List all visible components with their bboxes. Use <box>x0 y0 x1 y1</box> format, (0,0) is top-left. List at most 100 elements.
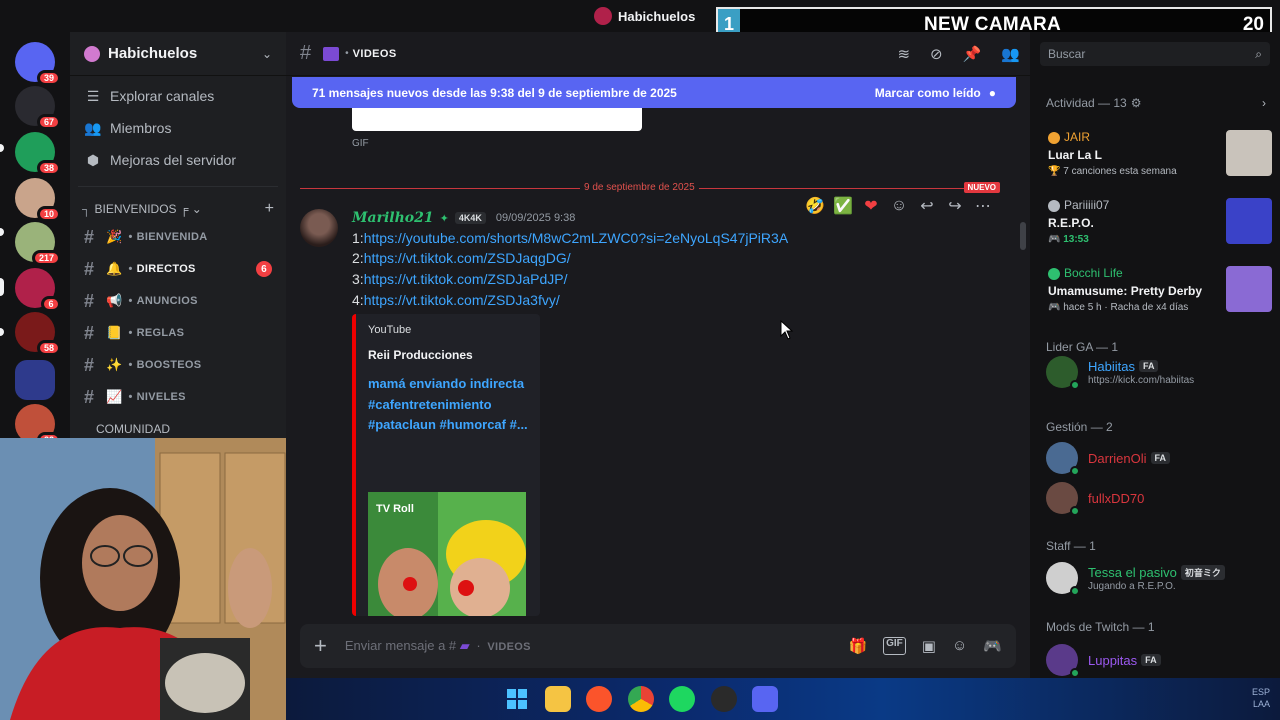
member-item[interactable]: DarrienOli FA <box>1046 440 1272 476</box>
member-info: Luppitas FA <box>1088 653 1161 668</box>
avatar[interactable] <box>300 209 338 247</box>
add-reaction-icon[interactable]: ☺ <box>890 197 908 215</box>
message-author[interactable]: Marilho21 <box>352 210 434 226</box>
mention-badge: 6 <box>256 261 272 277</box>
forward-icon[interactable]: ↪ <box>946 196 964 216</box>
activity-header[interactable]: Actividad — 13 ⚙ › <box>1046 96 1266 110</box>
discord-taskbar-icon[interactable] <box>752 686 778 712</box>
message-link[interactable]: https://vt.tiktok.com/ZSDJaPdJP/ <box>364 271 568 287</box>
server-icon-1[interactable]: 39 <box>15 42 61 86</box>
activity-user: Bocchi Life <box>1064 266 1123 280</box>
member-group-header: Lider GA — 1 <box>1046 340 1119 354</box>
message-input[interactable]: Enviar mensaje a # ▰ · VIDEOS <box>345 638 849 654</box>
message-link[interactable]: https://vt.tiktok.com/ZSDJaqgDG/ <box>364 250 571 266</box>
activity-card[interactable]: Bocchi Life Umamusume: Pretty Derby 🎮 hace… <box>1040 260 1272 320</box>
file-explorer-icon[interactable] <box>545 686 571 712</box>
embed-thumbnail[interactable]: TV Roll <box>368 492 526 616</box>
channel-reglas[interactable]: # 📒 • REGLAS <box>70 317 286 349</box>
nav-item-1[interactable]: ☰ Explorar canales <box>70 80 286 112</box>
nav-label: Explorar canales <box>110 88 215 104</box>
more-icon[interactable]: ⋯ <box>974 196 992 216</box>
channel-name: ANUNCIOS <box>136 295 198 307</box>
member-item[interactable]: fullxDD70 <box>1046 480 1272 516</box>
server-icon-3[interactable]: 38 <box>15 132 61 176</box>
activity-game: Umamusume: Pretty Derby <box>1048 284 1203 298</box>
hash-icon: # <box>84 258 95 279</box>
embed-title[interactable]: mamá enviando indirecta #cafentretenimie… <box>368 374 528 436</box>
server-icon-4[interactable]: 10 <box>15 178 61 222</box>
activity-thumbnail <box>1226 198 1272 244</box>
embed-author[interactable]: Reii Producciones <box>368 348 528 362</box>
server-indicator <box>0 328 4 336</box>
line-prefix: 3: <box>352 271 364 287</box>
channel-emoji-icon: 🎉 <box>106 229 123 244</box>
server-icon-5[interactable]: 217 <box>15 222 61 266</box>
server-icon-8[interactable] <box>15 360 55 400</box>
channel-anuncios[interactable]: # 📢 • ANUNCIOS <box>70 285 286 317</box>
gif-icon[interactable]: GIF <box>883 637 906 655</box>
obs-icon[interactable] <box>711 686 737 712</box>
server-tag[interactable]: 4K4K <box>454 212 486 224</box>
emoji-icon[interactable]: ☺ <box>952 637 967 655</box>
mute-icon[interactable]: ⊘ <box>930 45 943 63</box>
heart-reaction-icon[interactable]: ❤ <box>862 196 880 216</box>
message-link[interactable]: https://vt.tiktok.com/ZSDJa3fvy/ <box>364 292 560 308</box>
guild-header[interactable]: Habichuelos ⌄ <box>70 32 286 76</box>
window-title-text: Habichuelos <box>618 8 696 24</box>
message-composer[interactable]: + Enviar mensaje a # ▰ · VIDEOS 🎁 GIF ▣ … <box>300 624 1016 668</box>
gift-icon[interactable]: 🎁 <box>848 637 867 655</box>
channel-bienvenida[interactable]: # 🎉 • BIENVENIDA <box>70 221 286 253</box>
gear-icon[interactable]: ⚙ <box>1131 96 1142 110</box>
add-attachment-icon[interactable]: + <box>314 633 327 659</box>
avatar <box>1046 482 1080 516</box>
guild-icon <box>84 45 100 62</box>
channel-directos[interactable]: # 🔔 • DIRECTOS 6 <box>70 253 286 285</box>
activity-card[interactable]: Pariiiii07 R.E.P.O. 🎮 13:53 <box>1040 192 1272 252</box>
chat-scrollbar[interactable] <box>1020 222 1026 250</box>
tray-language[interactable]: ESP <box>1252 686 1270 698</box>
server-icon-6[interactable]: 6 <box>15 268 61 312</box>
message-actions: 🤣 ✅ ❤ ☺ ↩ ↪ ⋯ <box>805 192 992 220</box>
nav-item-2[interactable]: 👥 Miembros <box>70 112 286 144</box>
member-tag: FA <box>1150 452 1171 464</box>
member-list: Buscar ⌕ Actividad — 13 ⚙ › JAIR Luar La … <box>1030 32 1280 720</box>
tray-layout[interactable]: LAA <box>1252 698 1270 710</box>
add-channel-icon[interactable]: + <box>265 200 274 218</box>
channel-boosteos[interactable]: # ✨ • BOOSTEOS <box>70 349 286 381</box>
server-icon-7[interactable]: 58 <box>15 312 61 356</box>
spotify-icon[interactable] <box>669 686 695 712</box>
members-icon[interactable]: 👥 <box>1001 45 1020 63</box>
category-header[interactable]: ┐ BIENVENIDOS ╒ ⌄ + <box>70 197 286 221</box>
server-icon-2[interactable]: 67 <box>15 86 61 130</box>
windows-start-icon[interactable] <box>504 686 530 712</box>
avatar <box>1046 562 1080 596</box>
member-item[interactable]: Tessa el pasivo 初音ミク Jugando a R.E.P.O. <box>1046 560 1272 596</box>
gamepad-icon[interactable]: 🎮 <box>983 637 1002 655</box>
channel-niveles[interactable]: # 📈 • NIVELES <box>70 381 286 413</box>
pin-icon[interactable]: 📌 <box>963 45 982 63</box>
reply-icon[interactable]: ↩ <box>918 196 936 216</box>
composer-toolbar: 🎁 GIF ▣ ☺ 🎮 <box>848 637 1002 655</box>
clapper-icon <box>323 46 340 61</box>
sticker-icon[interactable]: ▣ <box>922 637 936 655</box>
activity-card[interactable]: JAIR Luar La L 🏆 7 canciones esta semana <box>1040 124 1272 184</box>
divider <box>78 186 278 187</box>
dot-icon: • <box>128 327 133 339</box>
message-link[interactable]: https://youtube.com/shorts/M8wC2mLZWC0?s… <box>364 230 788 246</box>
nav-item-3[interactable]: ⬢ Mejoras del servidor <box>70 144 286 176</box>
gif-preview[interactable] <box>352 108 642 131</box>
chevron-right-icon[interactable]: › <box>1262 96 1266 110</box>
member-item[interactable]: Habiitas FA https://kick.com/habiitas <box>1046 354 1272 390</box>
hash-icon: # <box>300 42 312 64</box>
laugh-reaction-icon[interactable]: 🤣 <box>805 196 825 216</box>
search-input[interactable]: Buscar ⌕ <box>1040 42 1270 66</box>
new-messages-bar[interactable]: 71 mensajes nuevos desde las 9:38 del 9 … <box>292 77 1016 108</box>
threads-icon[interactable]: ≋ <box>897 45 910 63</box>
check-reaction-icon[interactable]: ✅ <box>833 196 853 216</box>
category-name: BIENVENIDOS ╒ ⌄ <box>94 202 202 216</box>
member-item[interactable]: Luppitas FA <box>1046 642 1272 678</box>
chrome-icon[interactable] <box>628 686 654 712</box>
mark-read-button[interactable]: Marcar como leído ● <box>875 86 996 100</box>
windows-taskbar: ESP LAA <box>286 678 1280 720</box>
brave-browser-icon[interactable] <box>586 686 612 712</box>
